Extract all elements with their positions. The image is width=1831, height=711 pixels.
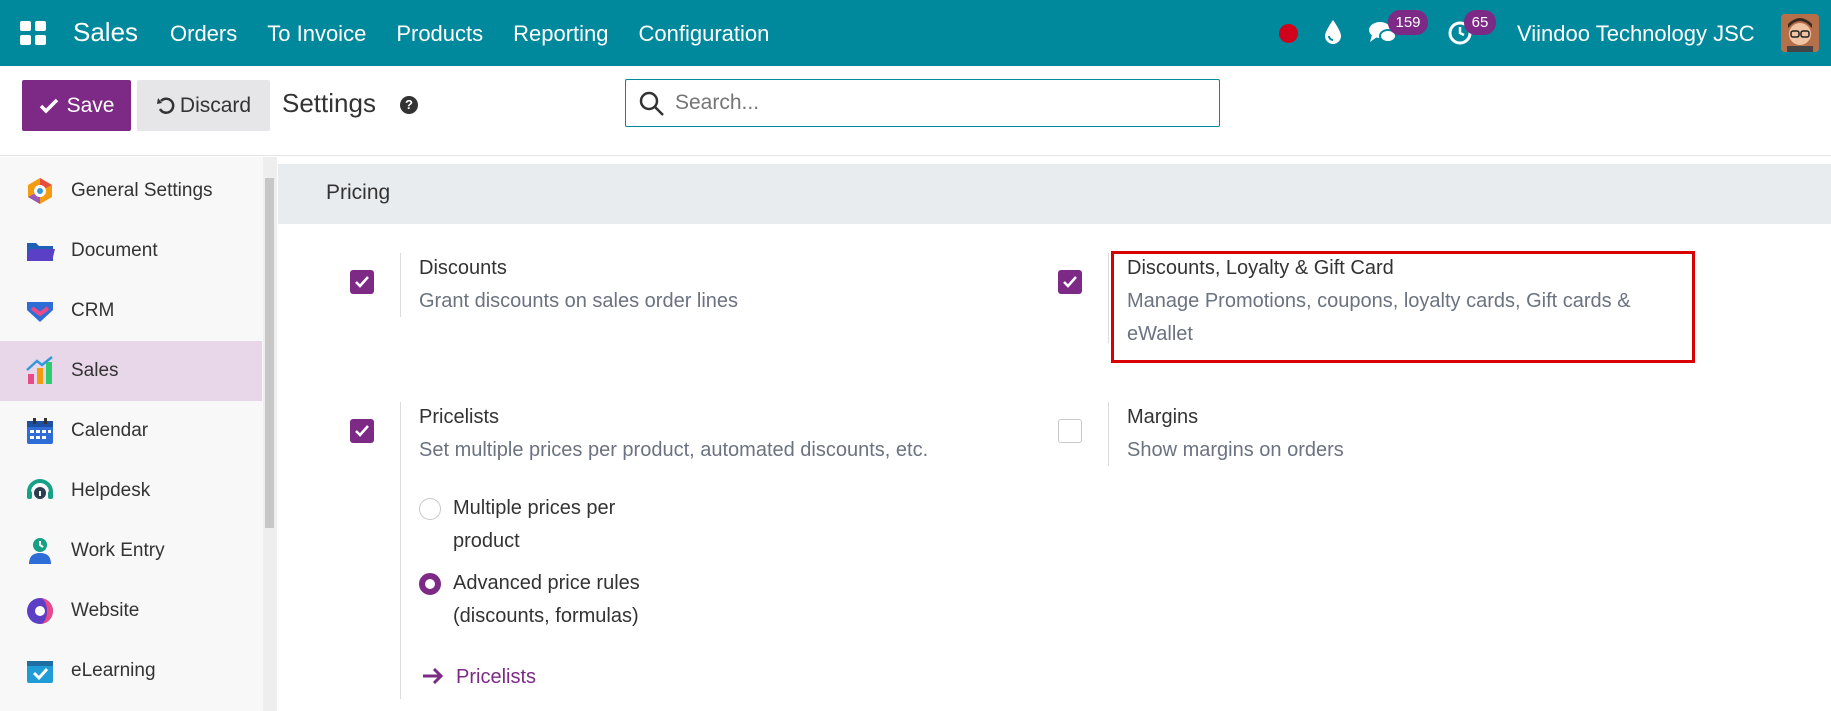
sidebar-item-label: General Settings: [71, 180, 213, 201]
settings-sidebar: General Settings Document CRM Sales Cale…: [0, 157, 263, 711]
pricelists-desc: Set multiple prices per product, automat…: [419, 439, 929, 461]
divider: [400, 402, 401, 699]
radio-advanced-rules-label-line1[interactable]: Advanced price rules: [453, 567, 640, 600]
sidebar-item-label: Work Entry: [71, 540, 165, 561]
chat-count-badge: 159: [1388, 10, 1428, 35]
elearning-icon: [27, 661, 53, 683]
sidebar-item-crm[interactable]: CRM: [0, 281, 263, 341]
control-panel: Save Discard Settings ?: [0, 66, 1831, 156]
sidebar-item-general-settings[interactable]: General Settings: [0, 161, 263, 221]
menu-to-invoice[interactable]: To Invoice: [267, 21, 366, 47]
check-icon: [355, 276, 369, 288]
sidebar-item-label: eLearning: [71, 660, 156, 681]
search-icon: [639, 91, 664, 116]
work-entry-icon: [29, 538, 51, 564]
menu-products[interactable]: Products: [396, 21, 483, 47]
page-title: Settings: [282, 88, 376, 118]
main-menu: Orders To Invoice Products Reporting Con…: [170, 21, 799, 47]
sidebar-item-sales[interactable]: Sales: [0, 341, 262, 401]
margins-desc: Show margins on orders: [1127, 439, 1344, 461]
discard-button[interactable]: Discard: [137, 80, 270, 131]
sidebar-item-calendar[interactable]: Calendar: [0, 401, 263, 461]
radio-multiple-prices-label-line1[interactable]: Multiple prices per: [453, 492, 615, 525]
general-settings-icon: [28, 178, 52, 204]
sidebar-scrollbar[interactable]: [265, 178, 274, 528]
top-navbar: Sales Orders To Invoice Products Reporti…: [0, 0, 1831, 66]
pricelists-title: Pricelists: [419, 406, 500, 428]
radio-multiple-prices[interactable]: [419, 498, 441, 520]
highlight-box: [1111, 251, 1695, 363]
search-input[interactable]: [675, 91, 1195, 115]
sidebar-item-label: Calendar: [71, 420, 149, 441]
margins-checkbox[interactable]: [1058, 419, 1082, 443]
undo-icon: [156, 96, 175, 114]
sidebar-item-work-entry[interactable]: Work Entry: [0, 521, 263, 581]
menu-orders[interactable]: Orders: [170, 21, 237, 47]
menu-reporting[interactable]: Reporting: [513, 21, 608, 47]
divider: [1108, 402, 1109, 466]
calendar-icon: [27, 418, 53, 444]
pricelists-checkbox[interactable]: [350, 419, 374, 443]
radio-multiple-prices-label-line2[interactable]: product: [453, 525, 520, 558]
divider: [1108, 253, 1109, 343]
check-icon: [355, 425, 369, 437]
search-box[interactable]: [625, 79, 1220, 127]
sidebar-item-label: Document: [71, 240, 158, 261]
pricelists-link[interactable]: Pricelists: [456, 666, 536, 689]
check-icon: [1063, 276, 1077, 288]
sidebar-item-label: Website: [71, 600, 140, 621]
sidebar-item-label: CRM: [71, 300, 115, 321]
sales-chart-icon: [26, 356, 53, 384]
crm-icon: [27, 302, 53, 322]
margins-title: Margins: [1127, 406, 1199, 428]
settings-content: Pricing Discounts Grant discounts on sal…: [278, 157, 1831, 711]
divider: [400, 253, 401, 317]
save-button[interactable]: Save: [22, 80, 131, 131]
sidebar-item-elearning[interactable]: eLearning: [0, 641, 263, 701]
app-brand[interactable]: Sales: [73, 17, 138, 48]
activity-count-badge: 65: [1464, 10, 1496, 35]
save-label: Save: [66, 93, 115, 117]
discounts-title: Discounts: [419, 257, 507, 279]
sidebar-item-label: Helpdesk: [71, 480, 151, 501]
discounts-desc: Grant discounts on sales order lines: [419, 290, 739, 312]
arrow-right-icon: [423, 668, 444, 684]
menu-configuration[interactable]: Configuration: [639, 21, 770, 47]
discard-label: Discard: [179, 93, 252, 117]
sidebar-item-document[interactable]: Document: [0, 221, 263, 281]
loyalty-checkbox[interactable]: [1058, 270, 1082, 294]
check-icon: [39, 98, 58, 113]
helpdesk-icon: [27, 479, 53, 499]
app-grid-icon[interactable]: [20, 21, 46, 45]
droplet-icon[interactable]: [1324, 19, 1342, 50]
company-switcher[interactable]: Viindoo Technology JSC: [1517, 21, 1755, 47]
recording-dot-icon[interactable]: [1279, 24, 1298, 43]
radio-advanced-rules-label-line2[interactable]: (discounts, formulas): [453, 600, 639, 633]
section-title-pricing: Pricing: [278, 164, 1831, 224]
radio-advanced-rules[interactable]: [419, 573, 441, 595]
help-icon[interactable]: ?: [400, 96, 418, 114]
discounts-checkbox[interactable]: [350, 270, 374, 294]
sidebar-item-label: Sales: [71, 360, 119, 381]
user-avatar[interactable]: [1781, 14, 1819, 52]
website-icon: [27, 598, 53, 624]
folder-icon: [27, 243, 55, 261]
sidebar-item-website[interactable]: Website: [0, 581, 263, 641]
sidebar-item-helpdesk[interactable]: Helpdesk: [0, 461, 263, 521]
